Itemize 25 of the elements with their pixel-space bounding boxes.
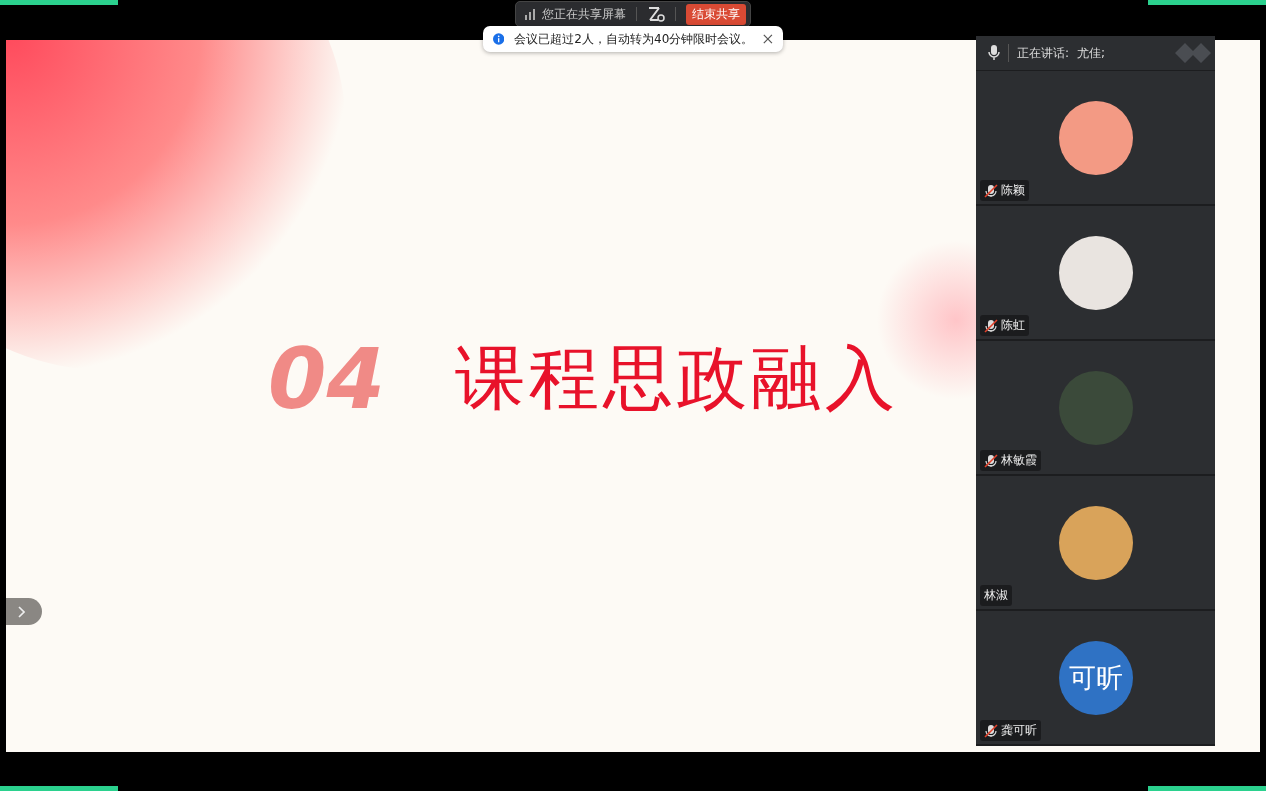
avatar-initials: 可昕 — [1058, 640, 1133, 715]
participant-tile[interactable]: 陈虹 — [976, 206, 1215, 341]
section-number: 04 — [268, 330, 385, 428]
sharing-status: 您正在共享屏幕 — [542, 5, 626, 23]
notification-text: 会议已超过2人，自动转为40分钟限时会议。 — [514, 30, 754, 48]
participant-tile[interactable]: 可昕 龚可昕 — [976, 611, 1215, 746]
expand-button[interactable] — [6, 598, 42, 625]
participant-name: 陈虹 — [1001, 317, 1025, 334]
participant-name: 林敏霞 — [1001, 452, 1037, 469]
participant-name: 林淑 — [984, 587, 1008, 604]
participant-tile[interactable]: 陈颖 — [976, 71, 1215, 206]
diamond-logo-icon — [1175, 43, 1213, 63]
participant-name: 龚可昕 — [1001, 722, 1037, 739]
stop-sharing-button[interactable]: 结束共享 — [686, 3, 746, 25]
participant-tile[interactable]: 林淑 — [976, 476, 1215, 611]
participant-tile[interactable]: 林敏霞 — [976, 341, 1215, 476]
signal-bars-icon — [524, 8, 536, 20]
speaker-name: 尤佳; — [1077, 44, 1106, 62]
info-icon — [493, 32, 505, 46]
participant-name: 陈颖 — [1001, 182, 1025, 199]
chevron-right-icon — [17, 605, 25, 618]
microphone-icon[interactable] — [988, 45, 1000, 61]
slide-title: 课程思政融入 — [454, 336, 899, 421]
close-icon[interactable] — [763, 33, 773, 45]
speaking-label: 正在讲话: — [1017, 44, 1070, 62]
